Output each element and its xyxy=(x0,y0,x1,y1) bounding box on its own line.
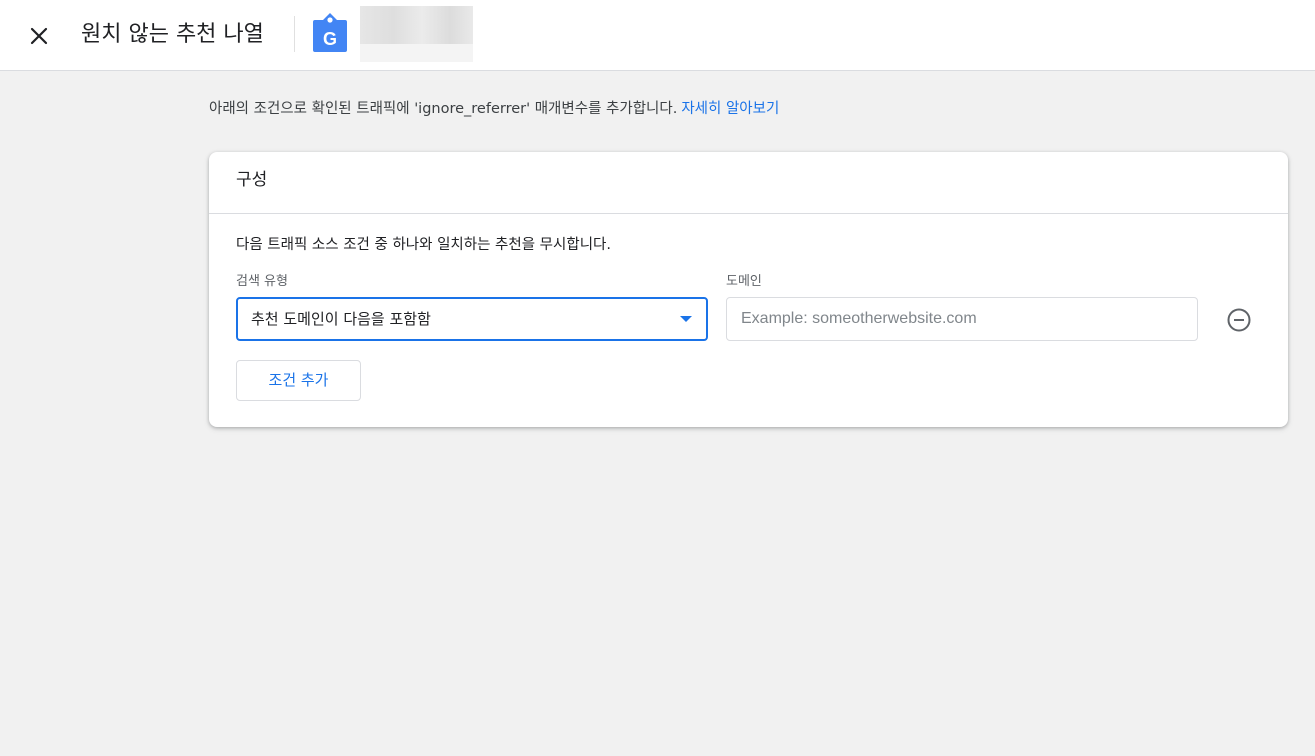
intro-text: 아래의 조건으로 확인된 트래픽에 'ignore_referrer' 매개변수… xyxy=(209,98,779,120)
match-type-value: 추천 도메인이 다음을 포함함 xyxy=(251,310,431,328)
domain-input[interactable] xyxy=(726,297,1198,341)
dropdown-arrow-icon xyxy=(680,316,692,322)
learn-more-link[interactable]: 자세히 알아보기 xyxy=(681,101,779,117)
card-title: 구성 xyxy=(209,152,1288,214)
property-subtitle-redacted xyxy=(360,44,473,62)
app-header: 원치 않는 추천 나열 G xyxy=(0,0,1315,71)
close-icon xyxy=(30,27,48,45)
page-title: 원치 않는 추천 나열 xyxy=(81,22,264,47)
card-description: 다음 트래픽 소스 조건 중 하나와 일치하는 추천을 무시합니다. xyxy=(236,237,611,253)
configuration-card: 구성 다음 트래픽 소스 조건 중 하나와 일치하는 추천을 무시합니다. 검색… xyxy=(209,152,1288,427)
header-divider xyxy=(294,16,295,52)
google-tag-icon: G xyxy=(313,13,347,52)
match-type-select[interactable]: 추천 도메인이 다음을 포함함 xyxy=(236,297,708,341)
svg-text:G: G xyxy=(323,29,337,49)
remove-circle-icon[interactable] xyxy=(1225,306,1253,334)
add-condition-button[interactable]: 조건 추가 xyxy=(236,360,361,401)
match-type-label: 검색 유형 xyxy=(236,274,288,289)
domain-label: 도메인 xyxy=(726,274,762,289)
property-name-redacted xyxy=(360,6,473,44)
close-button[interactable] xyxy=(22,19,56,53)
intro-description: 아래의 조건으로 확인된 트래픽에 'ignore_referrer' 매개변수… xyxy=(209,101,678,117)
